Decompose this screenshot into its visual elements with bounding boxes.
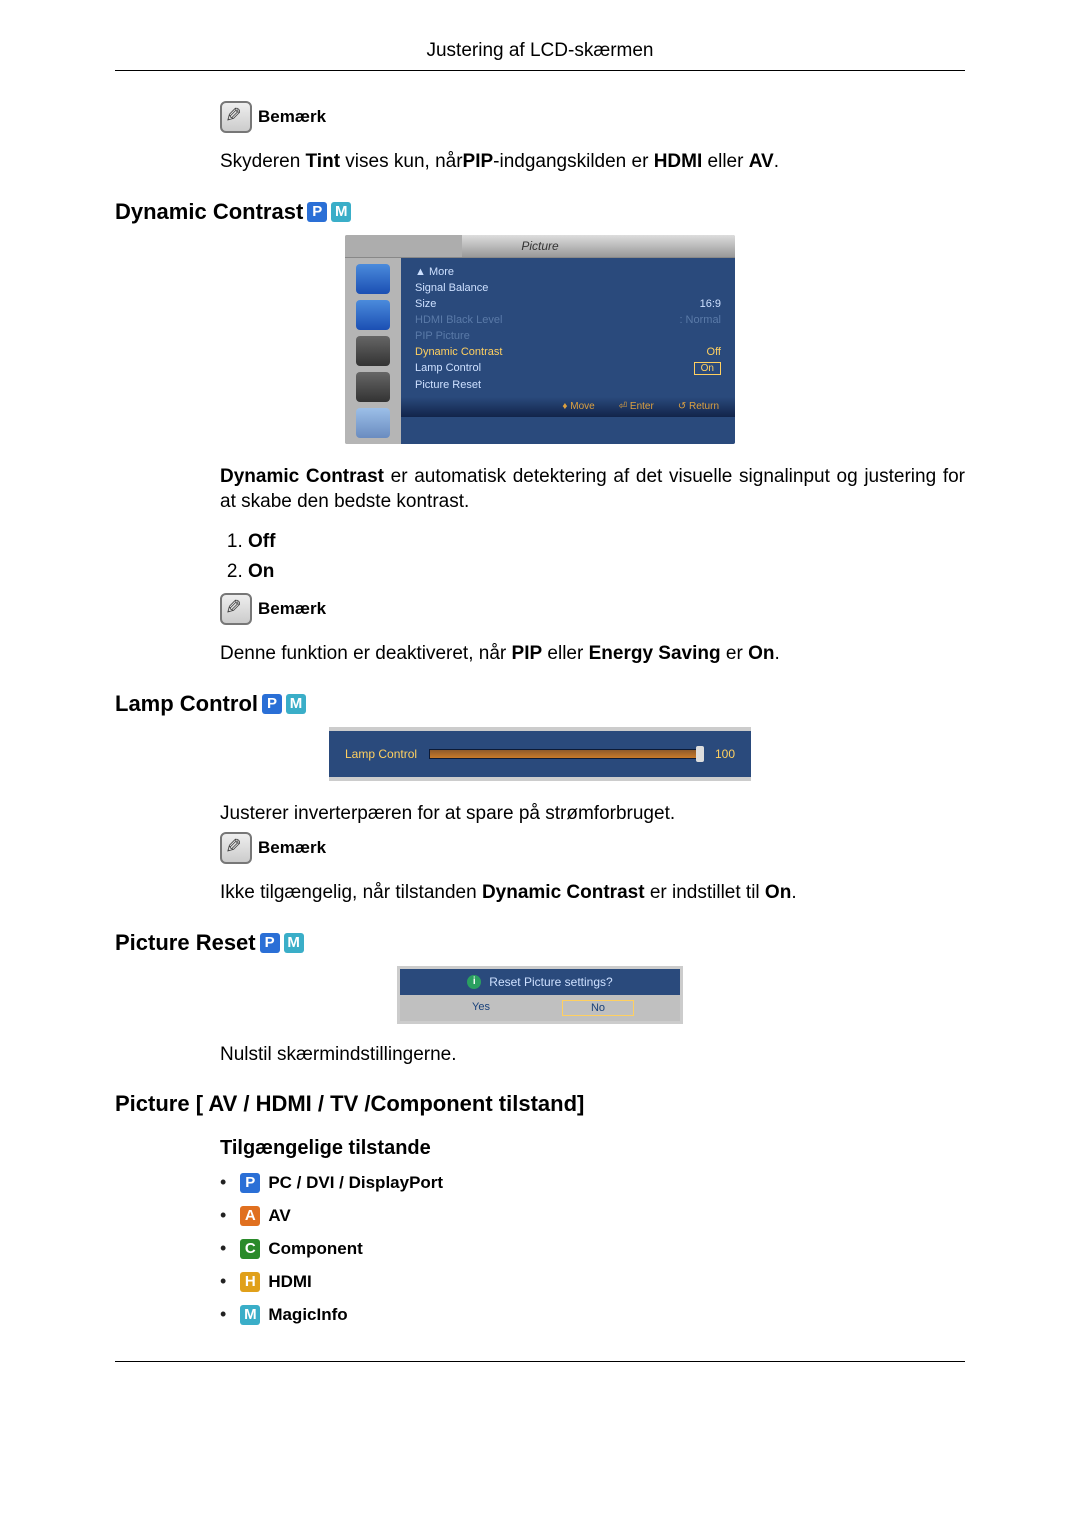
slider-handle: [696, 746, 704, 762]
text: -indgangskilden er: [493, 151, 654, 172]
osd-row: ▲ More: [415, 264, 721, 280]
list-item: AAV: [220, 1205, 965, 1226]
badge-p-icon: P: [307, 202, 327, 222]
osd-row: HDMI Black Level: Normal: [415, 312, 721, 328]
heading-text: Picture [ AV / HDMI / TV /Component tils…: [115, 1091, 584, 1117]
osd-side-icon: [356, 300, 390, 330]
osd-title: Picture: [345, 235, 735, 258]
list-item: On: [248, 561, 965, 583]
osd-picture-menu: Picture ▲ More Signal Balance Size16:9 H…: [345, 235, 735, 444]
text-bold: Tint: [306, 151, 340, 172]
available-modes-subheading: Tilgængelige tilstande: [220, 1137, 965, 1160]
dc-disabled-note: Denne funktion er deaktiveret, når PIP e…: [220, 641, 965, 667]
text-bold: PIP: [512, 643, 543, 664]
osd-side-icon: [356, 408, 390, 438]
heading-text: Picture Reset: [115, 930, 256, 956]
note-label: Bemærk: [258, 107, 326, 127]
text: Ikke tilgængelig, når tilstanden: [220, 882, 482, 903]
heading-text: Dynamic Contrast: [115, 199, 303, 225]
text-bold: On: [765, 882, 791, 903]
osd-row: PIP Picture: [415, 328, 721, 344]
badge-p-icon: P: [260, 933, 280, 953]
osd-row: Signal Balance: [415, 280, 721, 296]
badge-c-icon: C: [240, 1239, 260, 1259]
dc-desc: Dynamic Contrast er automatisk detekteri…: [220, 464, 965, 515]
osd-reset-dialog: i Reset Picture settings? Yes No: [397, 966, 683, 1024]
text-bold: PIP: [463, 151, 494, 172]
text-bold: On: [748, 643, 774, 664]
footer-divider: [115, 1361, 965, 1362]
text: .: [791, 882, 796, 903]
text: er indstillet til: [645, 882, 765, 903]
osd-lamp-label: Lamp Control: [345, 747, 417, 761]
list-item: Off: [248, 531, 965, 553]
page-header: Justering af LCD-skærmen: [115, 40, 965, 71]
osd-side-icon: [356, 264, 390, 294]
badge-p-icon: P: [262, 694, 282, 714]
lamp-desc: Justerer inverterpæren for at spare på s…: [220, 801, 965, 827]
badge-h-icon: H: [240, 1272, 260, 1292]
note-label: Bemærk: [258, 599, 326, 619]
osd-footer: ♦ Move ⏎ Enter ↺ Return: [401, 397, 735, 417]
osd-side-icon: [356, 372, 390, 402]
info-icon: i: [467, 975, 481, 989]
badge-m-icon: M: [286, 694, 306, 714]
lamp-control-heading: Lamp Control P M: [115, 691, 965, 717]
text: .: [774, 151, 779, 172]
list-item: MMagicInfo: [220, 1304, 965, 1325]
note-label: Bemærk: [258, 838, 326, 858]
osd-row: Dynamic ContrastOff: [415, 344, 721, 360]
dc-options-list: Off On: [220, 531, 965, 583]
heading-text: Lamp Control: [115, 691, 258, 717]
badge-a-icon: A: [240, 1206, 260, 1226]
text: Skyderen: [220, 151, 306, 172]
osd-side-icons: [345, 258, 401, 444]
osd-reset-prompt: i Reset Picture settings?: [400, 969, 680, 995]
text: Denne funktion er deaktiveret, når: [220, 643, 512, 664]
list-item: PPC / DVI / DisplayPort: [220, 1172, 965, 1193]
note-icon: [220, 832, 252, 864]
osd-reset-no: No: [562, 1000, 634, 1016]
osd-reset-yes: Yes: [446, 1000, 516, 1016]
osd-row: Picture Reset: [415, 377, 721, 393]
modes-list: PPC / DVI / DisplayPort AAV CComponent H…: [220, 1172, 965, 1325]
pr-desc: Nulstil skærmindstillingerne.: [220, 1042, 965, 1068]
list-item: CComponent: [220, 1238, 965, 1259]
badge-m-icon: M: [284, 933, 304, 953]
text-bold: HDMI: [654, 151, 703, 172]
osd-side-icon: [356, 336, 390, 366]
badge-m-icon: M: [240, 1305, 260, 1325]
picture-reset-heading: Picture Reset P M: [115, 930, 965, 956]
badge-m-icon: M: [331, 202, 351, 222]
dynamic-contrast-heading: Dynamic Contrast P M: [115, 199, 965, 225]
text: eller: [542, 643, 588, 664]
picture-modes-heading: Picture [ AV / HDMI / TV /Component tils…: [115, 1091, 965, 1117]
text-bold: Dynamic Contrast: [220, 466, 384, 487]
list-item: HHDMI: [220, 1271, 965, 1292]
text: eller: [702, 151, 748, 172]
osd-row: Size16:9: [415, 296, 721, 312]
lamp-unavail-note: Ikke tilgængelig, når tilstanden Dynamic…: [220, 880, 965, 906]
text-bold: Energy Saving: [589, 643, 721, 664]
osd-lamp-slider: Lamp Control 100: [329, 727, 751, 781]
osd-lamp-value: 100: [715, 747, 735, 761]
osd-row: Lamp ControlOn: [415, 360, 721, 377]
note-icon: [220, 101, 252, 133]
text: vises kun, når: [340, 151, 463, 172]
slider-track: [429, 749, 703, 759]
text-bold: Dynamic Contrast: [482, 882, 645, 903]
note-icon: [220, 593, 252, 625]
badge-p-icon: P: [240, 1173, 260, 1193]
text-bold: AV: [749, 151, 774, 172]
text: .: [774, 643, 779, 664]
text: er: [721, 643, 748, 664]
tint-note-text: Skyderen Tint vises kun, nårPIP-indgangs…: [220, 149, 965, 175]
